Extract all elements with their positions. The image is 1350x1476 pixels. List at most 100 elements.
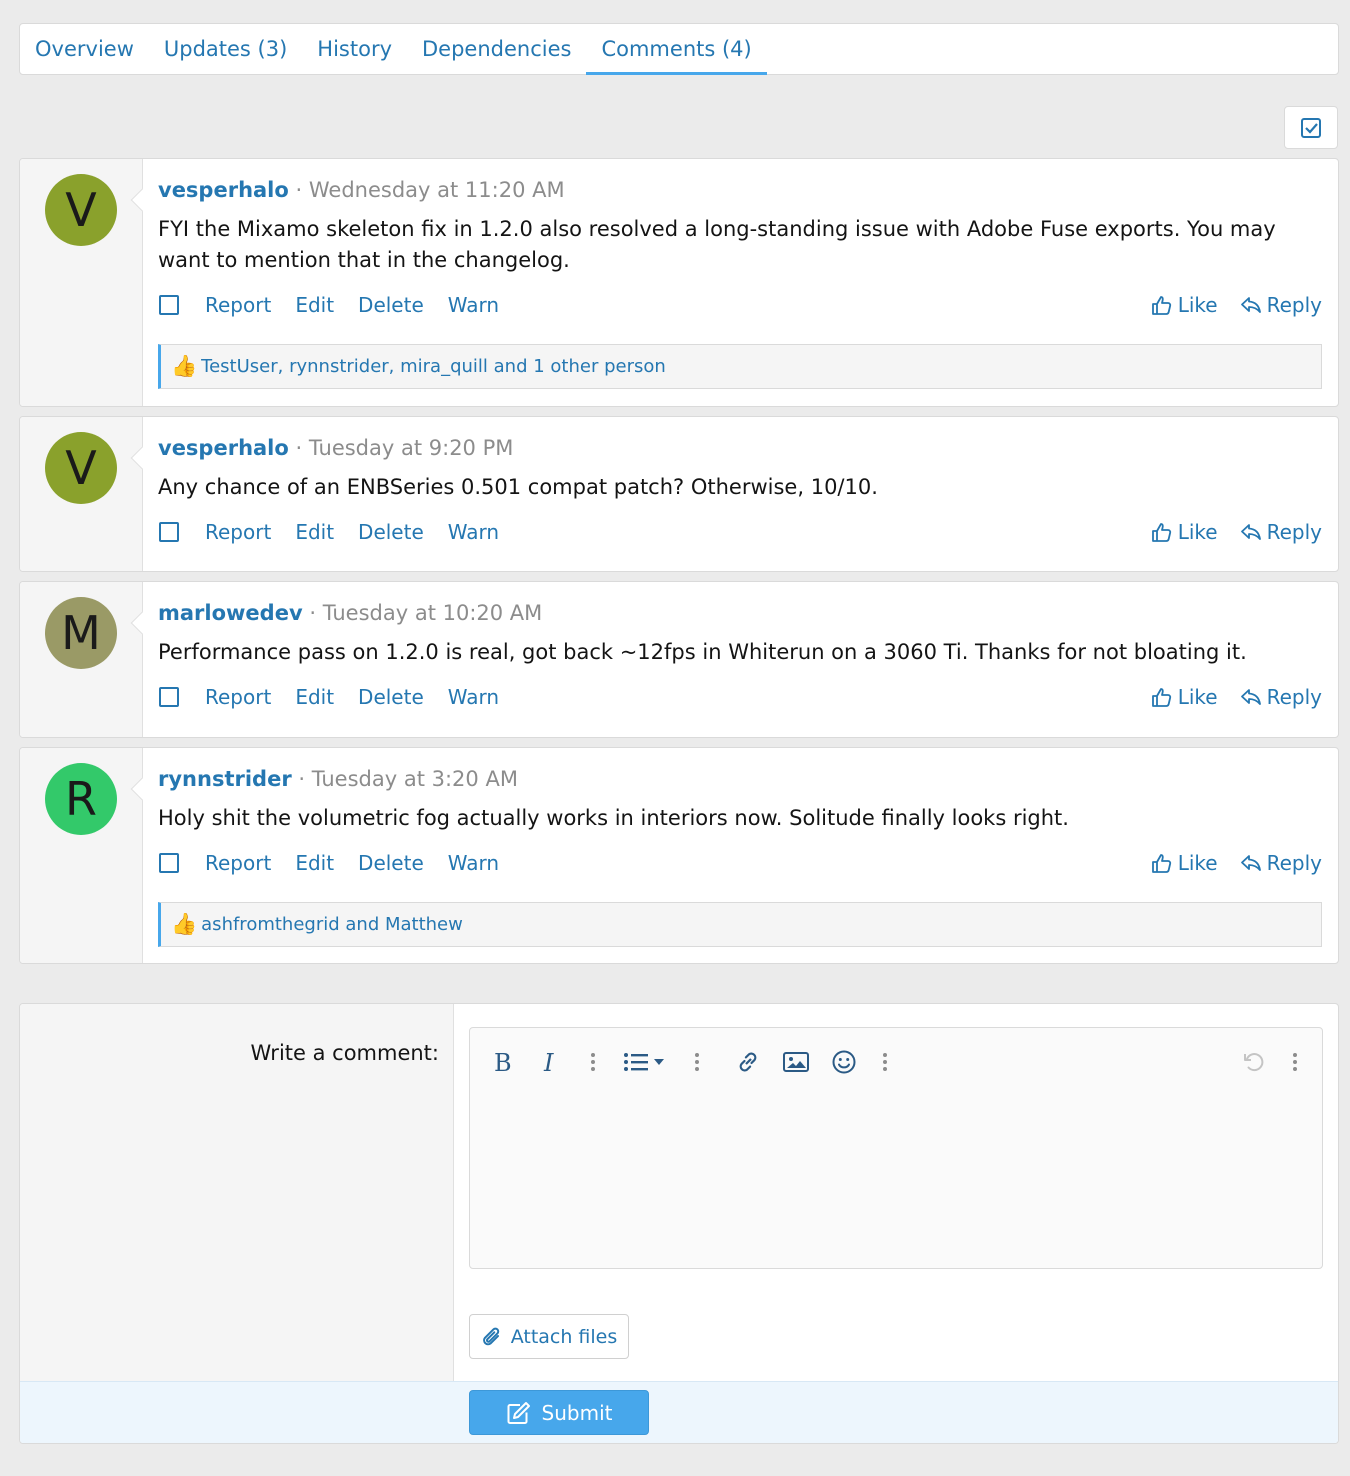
list-button[interactable] (622, 1046, 668, 1078)
select-checkbox[interactable] (159, 522, 179, 542)
image-button[interactable] (780, 1046, 812, 1078)
reply-icon (1240, 524, 1261, 540)
author-link[interactable]: marlowedev (158, 601, 303, 625)
comment-text: FYI the Mixamo skeleton fix in 1.2.0 als… (158, 217, 1276, 272)
submit-button[interactable]: Submit (469, 1390, 649, 1435)
more-paragraph-options-button[interactable] (688, 1046, 706, 1078)
delete-link[interactable]: Delete (358, 851, 424, 875)
like-button[interactable]: Like (1151, 851, 1218, 875)
meta-separator: · (295, 178, 303, 202)
comment-form: Write a comment: B I Attach files Submit (19, 1003, 1339, 1444)
reactions-bar[interactable]: 👍 TestUser, rynnstrider, mira_quill and … (158, 344, 1322, 389)
tab-comments[interactable]: Comments (4) (586, 24, 768, 75)
reply-icon (1240, 297, 1261, 313)
avatar[interactable]: V (45, 174, 117, 246)
tab-history[interactable]: History (302, 24, 407, 74)
thumbs-up-icon (1151, 523, 1171, 542)
tab-updates[interactable]: Updates (3) (149, 24, 302, 74)
avatar[interactable]: V (45, 432, 117, 504)
warn-link[interactable]: Warn (448, 851, 499, 875)
report-link[interactable]: Report (205, 851, 271, 875)
comment: M marlowedev · Tuesday at 10:20 AM Perfo… (19, 581, 1339, 738)
list-icon (624, 1053, 664, 1071)
select-checkbox[interactable] (159, 687, 179, 707)
smiley-icon (832, 1050, 856, 1074)
reply-button[interactable]: Reply (1240, 685, 1322, 709)
comment-time[interactable]: Tuesday at 10:20 AM (323, 601, 543, 625)
comment-text: Any chance of an ENBSeries 0.501 compat … (158, 475, 878, 499)
more-options-button[interactable] (1286, 1046, 1304, 1078)
paperclip-icon (482, 1327, 499, 1345)
comment-text: Performance pass on 1.2.0 is real, got b… (158, 640, 1247, 664)
emoji-button[interactable] (828, 1046, 860, 1078)
comment-actions: Report Edit Delete Warn Like Reply (158, 289, 1322, 321)
reply-label: Reply (1266, 520, 1322, 544)
tab-overview[interactable]: Overview (20, 24, 149, 74)
delete-link[interactable]: Delete (358, 520, 424, 544)
comment: V vesperhalo · Tuesday at 9:20 PM Any ch… (19, 416, 1339, 572)
undo-button[interactable] (1238, 1046, 1270, 1078)
select-all-button[interactable] (1284, 106, 1338, 149)
link-button[interactable] (732, 1046, 764, 1078)
warn-link[interactable]: Warn (448, 520, 499, 544)
warn-link[interactable]: Warn (448, 293, 499, 317)
comment-actions: Report Edit Delete Warn Like Reply (158, 516, 1322, 548)
reply-label: Reply (1266, 293, 1322, 317)
author-link[interactable]: vesperhalo (158, 178, 289, 202)
like-button[interactable]: Like (1151, 685, 1218, 709)
reply-button[interactable]: Reply (1240, 293, 1322, 317)
reactions-list[interactable]: TestUser, rynnstrider, mira_quill and 1 … (201, 356, 666, 377)
thumbs-up-icon (1151, 296, 1171, 315)
reply-button[interactable]: Reply (1240, 520, 1322, 544)
comment: V vesperhalo · Wednesday at 11:20 AM FYI… (19, 158, 1339, 407)
bold-icon: B (494, 1049, 512, 1075)
avatar[interactable]: M (45, 597, 117, 669)
edit-link[interactable]: Edit (295, 520, 334, 544)
delete-link[interactable]: Delete (358, 685, 424, 709)
report-link[interactable]: Report (205, 293, 271, 317)
comment: R rynnstrider · Tuesday at 3:20 AM Holy … (19, 747, 1339, 964)
report-link[interactable]: Report (205, 520, 271, 544)
checkbox-checked-icon (1301, 117, 1321, 138)
more-insert-options-button[interactable] (876, 1046, 894, 1078)
more-vertical-icon (695, 1053, 699, 1071)
edit-link[interactable]: Edit (295, 293, 334, 317)
link-icon (739, 1052, 757, 1072)
comment-time[interactable]: Tuesday at 9:20 PM (309, 436, 514, 460)
edit-icon (507, 1401, 530, 1424)
author-link[interactable]: vesperhalo (158, 436, 289, 460)
delete-link[interactable]: Delete (358, 293, 424, 317)
comment-meta: rynnstrider · Tuesday at 3:20 AM (158, 765, 1322, 793)
italic-button[interactable]: I (538, 1046, 564, 1078)
select-checkbox[interactable] (159, 295, 179, 315)
comment-actions: Report Edit Delete Warn Like Reply (158, 681, 1322, 713)
form-footer: Submit (20, 1381, 1338, 1443)
image-icon (783, 1052, 809, 1072)
comment-time[interactable]: Tuesday at 3:20 AM (312, 767, 518, 791)
like-label: Like (1177, 685, 1218, 709)
reply-icon (1240, 689, 1261, 705)
like-button[interactable]: Like (1151, 293, 1218, 317)
warn-link[interactable]: Warn (448, 685, 499, 709)
comment-editor[interactable]: B I (469, 1027, 1323, 1269)
comment-time[interactable]: Wednesday at 11:20 AM (309, 178, 565, 202)
avatar[interactable]: R (45, 763, 117, 835)
reply-label: Reply (1266, 685, 1322, 709)
like-button[interactable]: Like (1151, 520, 1218, 544)
select-checkbox[interactable] (159, 853, 179, 873)
reply-button[interactable]: Reply (1240, 851, 1322, 875)
editor-toolbar: B I (470, 1028, 1322, 1094)
bold-button[interactable]: B (490, 1046, 516, 1078)
undo-icon (1244, 1053, 1264, 1072)
tab-dependencies[interactable]: Dependencies (407, 24, 586, 74)
more-text-options-button[interactable] (584, 1046, 602, 1078)
report-link[interactable]: Report (205, 685, 271, 709)
reactions-bar[interactable]: 👍 ashfromthegrid and Matthew (158, 902, 1322, 947)
reactions-list[interactable]: ashfromthegrid and Matthew (201, 914, 463, 935)
edit-link[interactable]: Edit (295, 851, 334, 875)
author-link[interactable]: rynnstrider (158, 767, 292, 791)
svg-text:I: I (543, 1049, 554, 1075)
edit-link[interactable]: Edit (295, 685, 334, 709)
more-vertical-icon (591, 1053, 595, 1071)
attach-files-button[interactable]: Attach files (469, 1314, 629, 1359)
